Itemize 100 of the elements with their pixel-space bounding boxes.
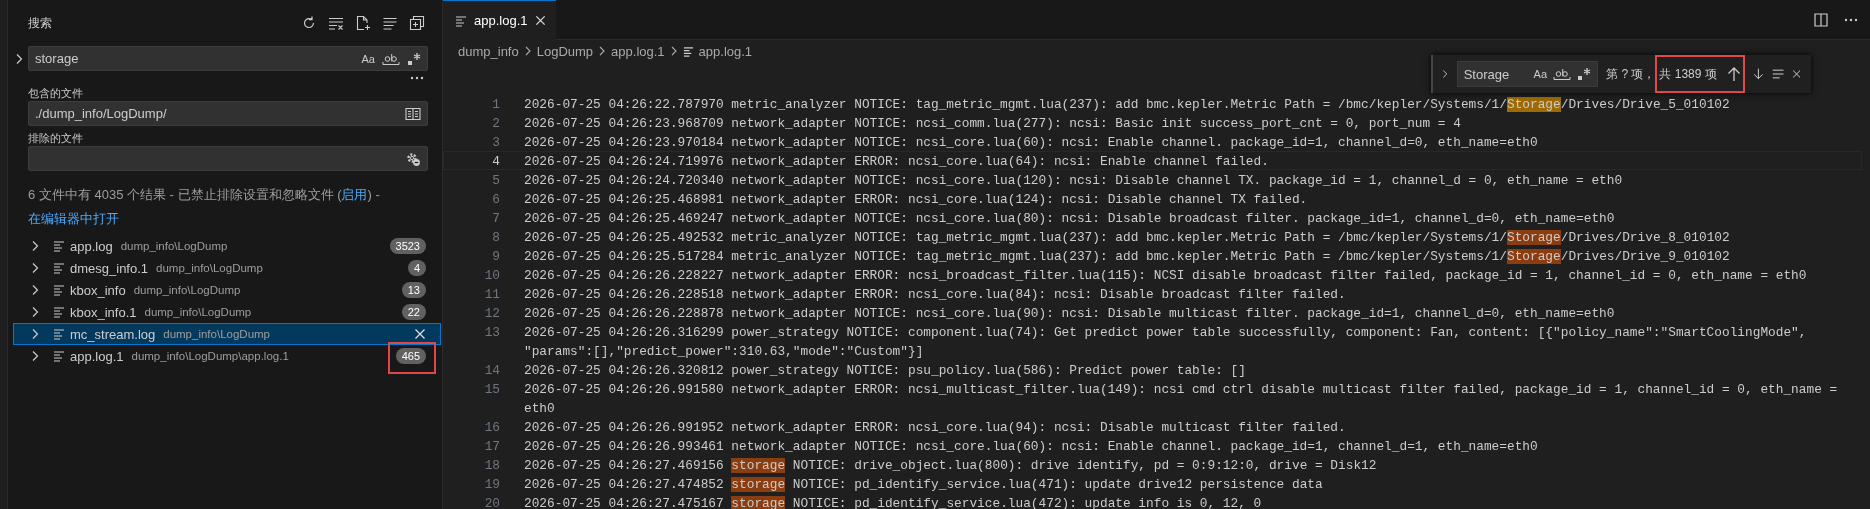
line-number: 13 — [483, 324, 500, 340]
whole-word-icon[interactable] — [382, 51, 400, 66]
file-path: dump_info\LogDump — [163, 328, 270, 340]
result-file-row[interactable]: app.log.1 dump_info\LogDump\app.log.1 465 — [13, 345, 441, 367]
file-name: app.log.1 — [70, 348, 124, 364]
log-line: 2026-07-25 04:26:26.320812 power_strategy NOTICE: psu_policy.lua(586): Predict power table: [] — [524, 362, 1246, 378]
link[interactable]: 启用 — [341, 187, 368, 202]
chevron-icon[interactable] — [1441, 68, 1449, 80]
chevron-icon — [523, 46, 532, 56]
log-line: "params":[],"predict_power":310.63,"mode":"Custom"}] — [524, 343, 924, 359]
file-name: app.log — [70, 238, 113, 254]
find-field[interactable]: Storage Aa — [1456, 61, 1599, 87]
count-badge: 22 — [401, 304, 426, 320]
collapse-icon[interactable] — [382, 15, 398, 31]
log-line: 2026-07-25 04:26:26.228518 network_adapter ERROR: ncsi_core.lua(84): ncsi: Disable broadcast filter failed. — [524, 286, 1346, 302]
file-lines-icon — [455, 14, 467, 27]
chevron-icon[interactable] — [30, 350, 40, 362]
log-line: 2026-07-25 04:26:26.991580 network_adapter ERROR: ncsi_multicast_filter.lua(149): ncsi cmd ctrl disable multicast filter failed, package_id = 1, channel_id = 0, eth_name = — [524, 381, 1838, 397]
breadcrumb-item[interactable]: LogDump — [536, 43, 594, 59]
result-file-row[interactable]: dmesg_info.1 dump_info\LogDump 4 — [13, 257, 441, 279]
new-file-icon[interactable] — [355, 15, 371, 31]
log-line: 2026-07-25 04:26:25.517284 metric_analyzer NOTICE: tag_metric_mgmt.lua(237): add bmc.kepler.Metric Path = /bmc/kepler/Systems/1/Storage/Drives/Drive_9_010102 — [524, 248, 1730, 264]
file-name: kbox_info — [70, 282, 126, 298]
result-file-row[interactable]: kbox_info dump_info\LogDump 13 — [13, 279, 441, 301]
line-number: 17 — [483, 438, 500, 454]
line-number: 2 — [491, 115, 500, 131]
line-number: 7 — [491, 210, 500, 226]
log-line: 2026-07-25 04:26:26.228227 network_adapter ERROR: ncsi_broadcast_filter.lua(115): NCSI disable broadcast filter failed, package_id = 1, channel_id = 0, eth_name = eth0 — [524, 267, 1807, 283]
regex-icon[interactable] — [1577, 67, 1592, 81]
link[interactable]: 在编辑器中打开 — [28, 211, 119, 226]
chevron-icon[interactable] — [30, 306, 40, 318]
editor-tab[interactable]: app.log.1 — [443, 0, 556, 40]
file-path: dump_info\LogDump — [156, 262, 263, 274]
chevron-icon[interactable] — [14, 53, 24, 65]
chevron-icon — [598, 46, 607, 56]
log-line: 2026-07-25 04:26:26.316299 power_strategy NOTICE: component.lua(74): Get predict power table successfully, component: Fan, content: [{"policy_name":"SmartCoolingMode", — [524, 324, 1807, 340]
more-icon[interactable] — [1844, 17, 1858, 22]
line-number: 5 — [491, 172, 500, 188]
line-number: 19 — [483, 476, 500, 492]
gear-icon[interactable] — [405, 150, 421, 167]
chevron-icon[interactable] — [30, 284, 40, 296]
log-line: 2026-07-25 04:26:23.968709 network_adapter NOTICE: ncsi_comm.lua(277): ncsi: Basic init success_port_cnt = 0, port_num = 4 — [524, 115, 1461, 131]
chevron-icon[interactable] — [30, 262, 40, 274]
log-line: 2026-07-25 04:26:23.970184 network_adapter NOTICE: ncsi_core.lua(60): ncsi: Enable channel. package_id=1, channel_d=0, eth_name=eth0 — [524, 134, 1538, 150]
expand-all-icon[interactable] — [409, 15, 425, 31]
include-field[interactable]: ./dump_info/LogDump/ — [28, 101, 428, 126]
chevron-icon[interactable] — [30, 240, 40, 252]
breadcrumb-item[interactable]: app.log.1 — [698, 43, 753, 59]
result-file-row[interactable]: kbox_info.1 dump_info\LogDump 22 — [13, 301, 441, 323]
match-count: 共 1389 项 — [1659, 65, 1717, 83]
count-badge: 465 — [395, 348, 426, 364]
sidebar-title: 搜索 — [28, 14, 52, 32]
file-lines-icon — [53, 262, 65, 274]
close-icon[interactable] — [534, 15, 546, 26]
search-field[interactable]: storage Aa — [28, 46, 428, 71]
line-number: 11 — [483, 286, 500, 302]
count-badge: 4 — [407, 260, 426, 276]
file-name: mc_stream.log — [70, 326, 156, 342]
split-editor-icon[interactable] — [1814, 12, 1828, 27]
result-file-row[interactable]: app.log dump_info\LogDump 3523 — [13, 235, 441, 257]
file-lines-icon — [682, 45, 694, 57]
close-icon[interactable] — [414, 328, 426, 340]
file-lines-icon — [53, 306, 65, 318]
include-label: 包含的文件 — [28, 86, 84, 101]
find-in-selection-icon[interactable] — [1771, 67, 1784, 81]
file-lines-icon — [53, 240, 65, 252]
chevron-icon[interactable] — [30, 328, 40, 340]
exclude-field[interactable] — [28, 146, 428, 171]
book-icon[interactable] — [405, 106, 421, 121]
log-line: 2026-07-25 04:26:27.469156 storage NOTICE: drive_object.lua(800): drive identify, pd = 0:9:12:0, drive = Disk12 — [524, 457, 1377, 473]
breadcrumb-item[interactable]: app.log.1 — [611, 43, 665, 59]
regex-icon[interactable] — [407, 51, 421, 66]
log-line: 2026-07-25 04:26:25.469247 network_adapter NOTICE: ncsi_core.lua(80): ncsi: Disable broadcast filter. package_id=1, channel_d=0, eth_name=eth0 — [524, 210, 1615, 226]
file-lines-icon — [53, 328, 65, 340]
line-number: 12 — [483, 305, 500, 321]
line-number: 20 — [483, 495, 500, 509]
log-line: 2026-07-25 04:26:26.228878 network_adapter NOTICE: ncsi_core.lua(90): ncsi: Disable multicast filter. package_id=1, channel_d=0, eth_name=eth0 — [524, 305, 1615, 321]
line-number: 10 — [483, 267, 500, 283]
arrow-down-icon[interactable] — [1752, 66, 1764, 82]
whole-word-icon[interactable] — [1553, 67, 1572, 81]
log-line: 2026-07-25 04:26:22.787970 metric_analyzer NOTICE: tag_metric_mgmt.lua(237): add bmc.kepler.Metric Path = /bmc/kepler/Systems/1/Storage/Drives/Drive_5_010102 — [524, 96, 1730, 112]
chevron-icon — [669, 46, 678, 56]
line-number: 8 — [491, 229, 500, 245]
breadcrumb-item[interactable]: dump_info — [458, 43, 519, 59]
result-file-row[interactable]: mc_stream.log dump_info\LogDump — [13, 323, 441, 345]
more-icon[interactable] — [410, 76, 424, 80]
log-line: 2026-07-25 04:26:25.468981 network_adapter ERROR: ncsi_core.lua(124): ncsi: Disable channel TX failed. — [524, 191, 1308, 207]
line-number: 15 — [483, 381, 500, 397]
line-number: 6 — [491, 191, 500, 207]
exclude-label: 排除的文件 — [28, 131, 84, 146]
match-case-icon[interactable]: Aa — [361, 52, 375, 65]
log-line: 2026-07-25 04:26:25.492532 metric_analyzer NOTICE: tag_metric_mgmt.lua(237): add bmc.kepler.Metric Path = /bmc/kepler/Systems/1/Storage/Drives/Drive_8_010102 — [524, 229, 1730, 245]
refresh-icon[interactable] — [301, 15, 317, 31]
results-message: 6 文件中有 4035 个结果 - 已禁止排除设置和忽略文件 (启用) - 在编辑器中打开 — [28, 186, 381, 228]
arrow-up-icon[interactable] — [1726, 66, 1741, 82]
file-path: dump_info\LogDump — [144, 306, 252, 318]
line-number: 1 — [491, 96, 500, 112]
match-case-icon[interactable]: Aa — [1533, 68, 1548, 80]
clear-results-icon[interactable] — [328, 15, 344, 31]
file-lines-icon — [53, 284, 65, 296]
